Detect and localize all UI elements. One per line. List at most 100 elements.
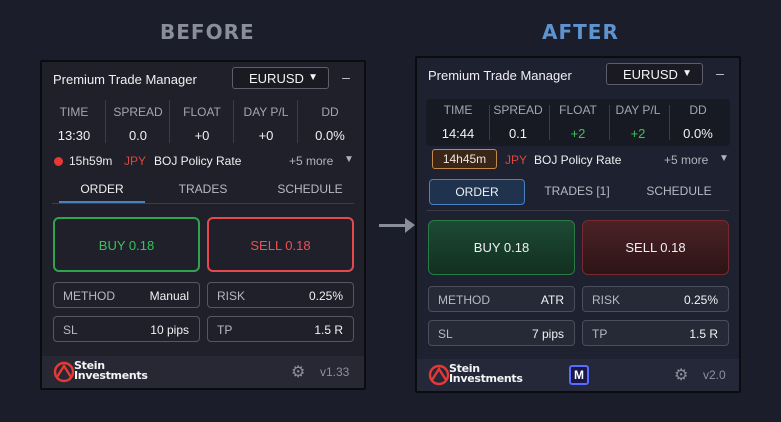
triangle-down-icon[interactable]: ▼ xyxy=(719,153,729,164)
stat-value: +0 xyxy=(194,128,210,143)
chevron-down-icon: ▼ xyxy=(682,68,692,79)
stat-value: 13:30 xyxy=(57,128,91,143)
news-countdown: 15h59m xyxy=(69,154,113,168)
symbol-dropdown[interactable]: EURUSD ▼ xyxy=(606,63,703,85)
stat-label: SPREAD xyxy=(493,103,543,117)
field-value: ATR xyxy=(540,293,564,307)
stat-label: TIME xyxy=(443,103,473,117)
stat-time: TIME 14:44 xyxy=(426,99,490,146)
gear-icon[interactable]: ⚙ xyxy=(674,365,688,385)
field-value: 1.5 R xyxy=(689,327,718,341)
field-value: 10 pips xyxy=(150,323,189,337)
symbol-value: EURUSD xyxy=(249,71,304,86)
tab-bar: ORDER TRADES SCHEDULE xyxy=(42,177,364,205)
stat-float: FLOAT +0 xyxy=(170,94,234,149)
trade-manager-panel-after: Premium Trade Manager EURUSD ▼ – TIME 14… xyxy=(415,56,741,393)
version-label: v1.33 xyxy=(320,365,350,379)
news-currency: JPY xyxy=(124,154,147,168)
stein-investments-logo: Stein Investments xyxy=(428,363,524,388)
tab-order[interactable]: ORDER xyxy=(429,179,525,205)
stat-day-pl: DAY P/L +0 xyxy=(234,94,298,149)
news-event: BOJ Policy Rate xyxy=(154,154,242,168)
title-bar: Premium Trade Manager EURUSD ▼ – xyxy=(417,58,739,90)
brand-line2: Investments xyxy=(449,372,523,385)
title-bar: Premium Trade Manager EURUSD ▼ – xyxy=(42,62,364,94)
stats-bar: TIME 14:44 SPREAD 0.1 FLOAT +2 DAY P/L +… xyxy=(426,99,730,146)
news-row[interactable]: 14h45m JPY BOJ Policy Rate +5 more ▼ xyxy=(417,147,739,173)
gear-icon[interactable]: ⚙ xyxy=(291,362,305,382)
panel-title: Premium Trade Manager xyxy=(53,72,197,87)
stat-label: FLOAT xyxy=(183,105,221,119)
triangle-down-icon[interactable]: ▼ xyxy=(344,154,354,165)
sl-field[interactable]: SL 10 pips xyxy=(53,316,200,342)
news-more-link[interactable]: +5 more xyxy=(289,154,333,168)
news-currency: JPY xyxy=(505,153,528,167)
field-value: 0.25% xyxy=(308,289,343,303)
logo-mark-icon xyxy=(53,361,75,383)
method-field[interactable]: METHOD ATR xyxy=(428,286,575,312)
trade-manager-panel-before: Premium Trade Manager EURUSD ▼ – TIME 13… xyxy=(40,60,366,390)
news-row[interactable]: 15h59m JPY BOJ Policy Rate +5 more ▼ xyxy=(42,148,364,174)
stat-label: DAY P/L xyxy=(615,103,661,117)
stat-day-pl: DAY P/L +2 xyxy=(606,99,670,146)
stat-value: 14:44 xyxy=(441,126,475,141)
chevron-down-icon: ▼ xyxy=(308,72,318,83)
risk-field[interactable]: RISK 0.25% xyxy=(582,286,729,312)
tab-trades[interactable]: TRADES xyxy=(160,177,246,203)
news-more-link[interactable]: +5 more xyxy=(664,153,708,167)
panel-footer: Stein Investments M ⚙ v2.0 xyxy=(417,359,739,391)
logo-mark-icon xyxy=(428,364,450,386)
tab-trades[interactable]: TRADES [1] xyxy=(529,179,625,205)
before-heading: BEFORE xyxy=(160,20,255,44)
field-label: SL xyxy=(63,323,78,337)
alert-dot-icon xyxy=(54,157,63,166)
field-label: METHOD xyxy=(63,289,115,303)
stat-label: DAY P/L xyxy=(243,105,289,119)
risk-field[interactable]: RISK 0.25% xyxy=(207,282,354,308)
field-label: RISK xyxy=(592,293,621,307)
stat-label: FLOAT xyxy=(559,103,597,117)
tab-schedule[interactable]: SCHEDULE xyxy=(260,177,360,203)
stat-label: DD xyxy=(689,103,707,117)
stat-time: TIME 13:30 xyxy=(42,94,106,149)
tp-field[interactable]: TP 1.5 R xyxy=(207,316,354,342)
stat-value: 0.0% xyxy=(315,128,345,143)
field-label: TP xyxy=(592,327,608,341)
field-value: 0.25% xyxy=(683,293,718,307)
stein-investments-logo: Stein Investments xyxy=(53,360,149,385)
news-countdown: 14h45m xyxy=(432,149,497,169)
field-label: RISK xyxy=(217,289,246,303)
after-heading: AFTER xyxy=(542,20,619,44)
sell-button[interactable]: SELL 0.18 xyxy=(582,220,729,275)
field-label: METHOD xyxy=(438,293,490,307)
minimize-button[interactable]: – xyxy=(713,65,727,81)
tp-field[interactable]: TP 1.5 R xyxy=(582,320,729,346)
stat-label: SPREAD xyxy=(113,105,163,119)
stat-spread: SPREAD 0.0 xyxy=(106,94,170,149)
method-field[interactable]: METHOD Manual xyxy=(53,282,200,308)
tab-order[interactable]: ORDER xyxy=(59,177,145,203)
m-badge-icon[interactable]: M xyxy=(569,365,589,385)
symbol-dropdown[interactable]: EURUSD ▼ xyxy=(232,67,329,89)
tab-schedule[interactable]: SCHEDULE xyxy=(631,179,727,205)
buy-button[interactable]: BUY 0.18 xyxy=(428,220,575,275)
brand-line2: Investments xyxy=(74,369,148,382)
panel-title: Premium Trade Manager xyxy=(428,68,572,83)
symbol-value: EURUSD xyxy=(623,67,678,82)
stats-bar: TIME 13:30 SPREAD 0.0 FLOAT +0 DAY P/L +… xyxy=(42,94,364,149)
stat-label: TIME xyxy=(59,105,89,119)
news-event: BOJ Policy Rate xyxy=(534,153,622,167)
sl-field[interactable]: SL 7 pips xyxy=(428,320,575,346)
stat-value: +2 xyxy=(570,126,586,141)
stat-value: 0.0 xyxy=(128,128,148,143)
version-label: v2.0 xyxy=(703,368,726,382)
stat-value: +2 xyxy=(630,126,646,141)
field-value: 1.5 R xyxy=(314,323,343,337)
minimize-button[interactable]: – xyxy=(339,69,353,85)
stat-spread: SPREAD 0.1 xyxy=(486,99,550,146)
buy-button[interactable]: BUY 0.18 xyxy=(53,217,200,272)
stat-dd: DD 0.0% xyxy=(298,94,362,149)
tab-divider xyxy=(52,203,354,204)
sell-button[interactable]: SELL 0.18 xyxy=(207,217,354,272)
stat-label: DD xyxy=(321,105,339,119)
